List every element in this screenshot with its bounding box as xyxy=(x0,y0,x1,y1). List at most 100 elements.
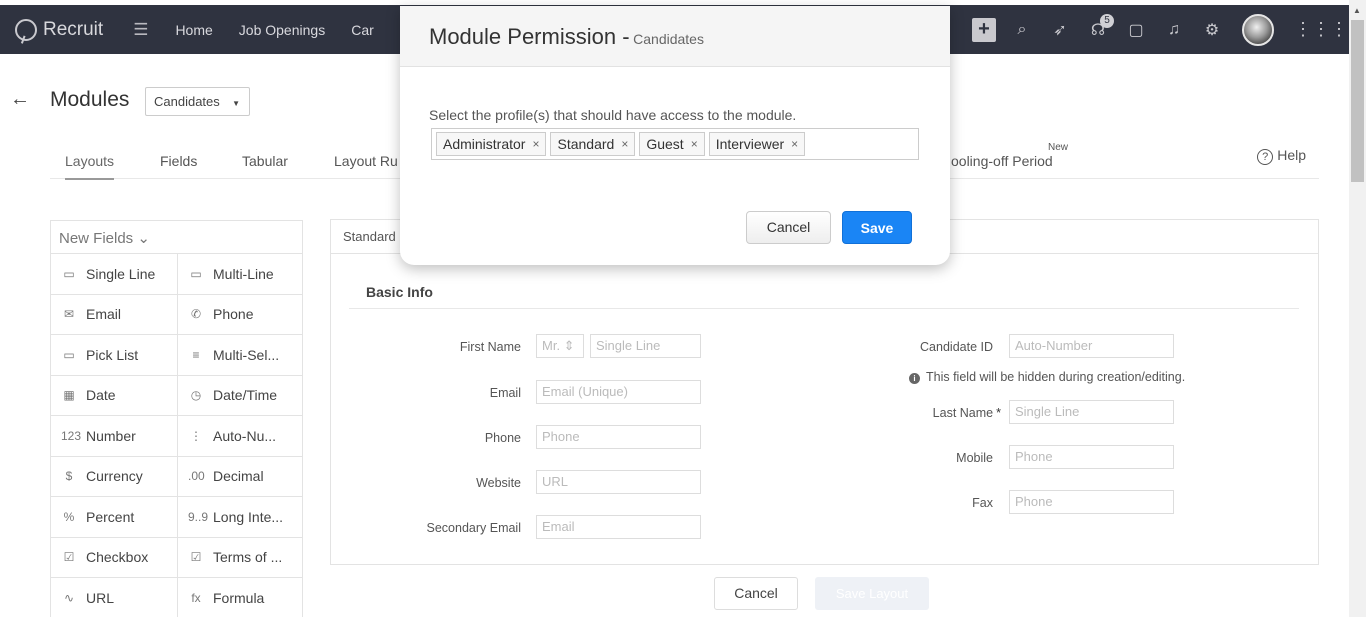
phone-field[interactable]: Phone xyxy=(536,425,701,449)
secondary-email-field[interactable]: Email xyxy=(536,515,701,539)
field-type-label: Pick List xyxy=(86,346,139,363)
gear-icon[interactable]: ⚙ xyxy=(1200,18,1224,42)
tab-layouts[interactable]: Layouts xyxy=(65,153,115,180)
palette-field-item[interactable]: ▭ Multi-Line xyxy=(178,254,302,294)
last-name-field[interactable]: Single Line xyxy=(1009,400,1174,424)
candidate-id-field[interactable]: Auto-Number xyxy=(1009,334,1174,358)
palette-field-item[interactable]: fx Formula xyxy=(178,578,302,617)
help-label: Help xyxy=(1277,147,1306,163)
apps-grid-icon[interactable]: ⋮⋮⋮ xyxy=(1294,19,1348,40)
palette-field-item[interactable]: ⋮ Auto-Nu... xyxy=(178,416,302,456)
palette-field-item[interactable]: ≡ Multi-Sel... xyxy=(178,335,302,375)
field-type-icon: ≡ xyxy=(192,347,200,362)
section-divider xyxy=(349,308,1299,309)
profile-tag: Interviewer × xyxy=(708,132,806,156)
palette-field-item[interactable]: $ Currency xyxy=(51,456,178,496)
nav-job-openings[interactable]: Job Openings xyxy=(239,22,325,38)
cancel-layout-button[interactable]: Cancel xyxy=(714,577,798,610)
palette-field-item[interactable]: % Percent xyxy=(51,497,178,537)
tab-cooling-off-period[interactable]: ooling-off Period xyxy=(951,153,1053,169)
salutation-select[interactable]: Mr. ⇕ xyxy=(536,334,584,358)
tab-fields[interactable]: Fields xyxy=(160,153,197,169)
announcement-icon[interactable]: ☊ 5 xyxy=(1086,13,1114,42)
back-arrow-icon[interactable]: ← xyxy=(10,88,30,111)
field-label: Candidate ID xyxy=(920,340,993,354)
scroll-thumb[interactable] xyxy=(1351,20,1364,182)
palette-field-item[interactable]: ✉ Email xyxy=(51,294,178,334)
dialog-subtitle: Candidates xyxy=(633,31,704,47)
save-layout-button[interactable]: Save Layout xyxy=(815,577,929,610)
search-icon[interactable]: ⌕ xyxy=(1010,18,1034,42)
bell-icon[interactable]: ♫ xyxy=(1162,18,1186,42)
website-field[interactable]: URL xyxy=(536,470,701,494)
brand[interactable]: Recruit xyxy=(15,18,103,41)
field-type-icon: ▭ xyxy=(63,266,75,281)
tag-label: Administrator xyxy=(443,136,526,152)
module-select[interactable]: Candidates ▼ xyxy=(145,87,250,116)
email-field[interactable]: Email (Unique) xyxy=(536,380,701,404)
field-type-label: Email xyxy=(86,306,122,323)
avatar[interactable] xyxy=(1242,13,1274,46)
fax-field[interactable]: Phone xyxy=(1009,490,1174,514)
field-type-icon: ☑ xyxy=(190,550,202,565)
palette-field-item[interactable]: ✆ Phone xyxy=(178,295,302,335)
module-select-value: Candidates xyxy=(154,94,220,109)
remove-tag-icon[interactable]: × xyxy=(791,137,798,151)
salutation-value: Mr. xyxy=(542,338,561,353)
tab-tabular[interactable]: Tabular xyxy=(242,153,288,169)
module-permission-dialog: Module Permission - Candidates Select th… xyxy=(400,6,950,265)
save-button[interactable]: Save xyxy=(842,211,912,244)
first-name-field[interactable]: Single Line xyxy=(590,334,701,358)
tag-label: Interviewer xyxy=(715,136,785,152)
notification-badge: 5 xyxy=(1100,13,1114,28)
mobile-field[interactable]: Phone xyxy=(1009,445,1174,469)
palette-field-item[interactable]: ∿ URL xyxy=(51,578,178,617)
tag-label: Guest xyxy=(646,136,684,152)
remove-tag-icon[interactable]: × xyxy=(532,137,539,151)
field-type-label: URL xyxy=(86,589,115,606)
cancel-button[interactable]: Cancel xyxy=(746,211,831,244)
field-type-label: Auto-Nu... xyxy=(213,427,277,444)
scroll-up-icon[interactable]: ▲ xyxy=(1353,6,1361,15)
palette-header-label: New Fields xyxy=(59,230,134,247)
field-type-label: Number xyxy=(86,427,136,444)
hidden-field-note: i This field will be hidden during creati… xyxy=(909,370,1185,384)
tab-layout-rules[interactable]: Layout Ru xyxy=(334,153,398,169)
field-label: First Name xyxy=(459,340,521,354)
palette-field-item[interactable]: ◷ Date/Time xyxy=(178,376,302,416)
profile-tag: Standard × xyxy=(550,132,636,156)
new-tag: New xyxy=(1048,142,1069,153)
nav-candidates[interactable]: Car xyxy=(351,22,374,38)
palette-row: % Percent 9..9 Long Inte... xyxy=(51,497,302,538)
help-link[interactable]: ? Help xyxy=(1257,147,1306,165)
tag-label: Standard xyxy=(557,136,615,152)
rocket-icon[interactable]: ➶ xyxy=(1048,18,1072,42)
recruit-logo-icon xyxy=(15,18,37,41)
palette-field-item[interactable]: ▦ Date xyxy=(51,375,178,415)
menu-icon[interactable]: ☰ xyxy=(133,20,148,40)
palette-field-item[interactable]: ☑ Terms of ... xyxy=(178,538,302,578)
field-type-icon: ▭ xyxy=(190,266,202,281)
field-type-label: Long Inte... xyxy=(213,508,284,525)
palette-field-item[interactable]: ▭ Pick List xyxy=(51,335,178,375)
field-type-label: Date/Time xyxy=(213,387,278,404)
palette-field-item[interactable]: .00 Decimal xyxy=(178,457,302,497)
profile-tag: Administrator × xyxy=(436,132,547,156)
calendar-icon[interactable]: ▢ xyxy=(1124,18,1148,42)
field-type-label: Percent xyxy=(86,508,135,525)
remove-tag-icon[interactable]: × xyxy=(621,137,628,151)
palette-field-item[interactable]: 9..9 Long Inte... xyxy=(178,497,302,537)
palette-field-item[interactable]: ▭ Single Line xyxy=(51,254,178,294)
field-type-label: Decimal xyxy=(213,468,264,485)
remove-tag-icon[interactable]: × xyxy=(691,137,698,151)
dialog-title: Module Permission - xyxy=(429,24,630,49)
field-type-icon: ▦ xyxy=(63,388,75,403)
palette-field-item[interactable]: ☑ Checkbox xyxy=(51,537,178,577)
palette-header[interactable]: New Fields ⌄ xyxy=(51,221,302,254)
palette-field-item[interactable]: 123 Number xyxy=(51,416,178,456)
add-icon[interactable]: + xyxy=(972,17,996,42)
note-text: This field will be hidden during creatio… xyxy=(926,370,1186,384)
nav-home[interactable]: Home xyxy=(175,22,212,38)
palette-row: ▭ Single Line ▭ Multi-Line xyxy=(51,254,302,295)
profile-tag-input[interactable]: Administrator × Standard × Guest × Intervie… xyxy=(431,128,919,160)
